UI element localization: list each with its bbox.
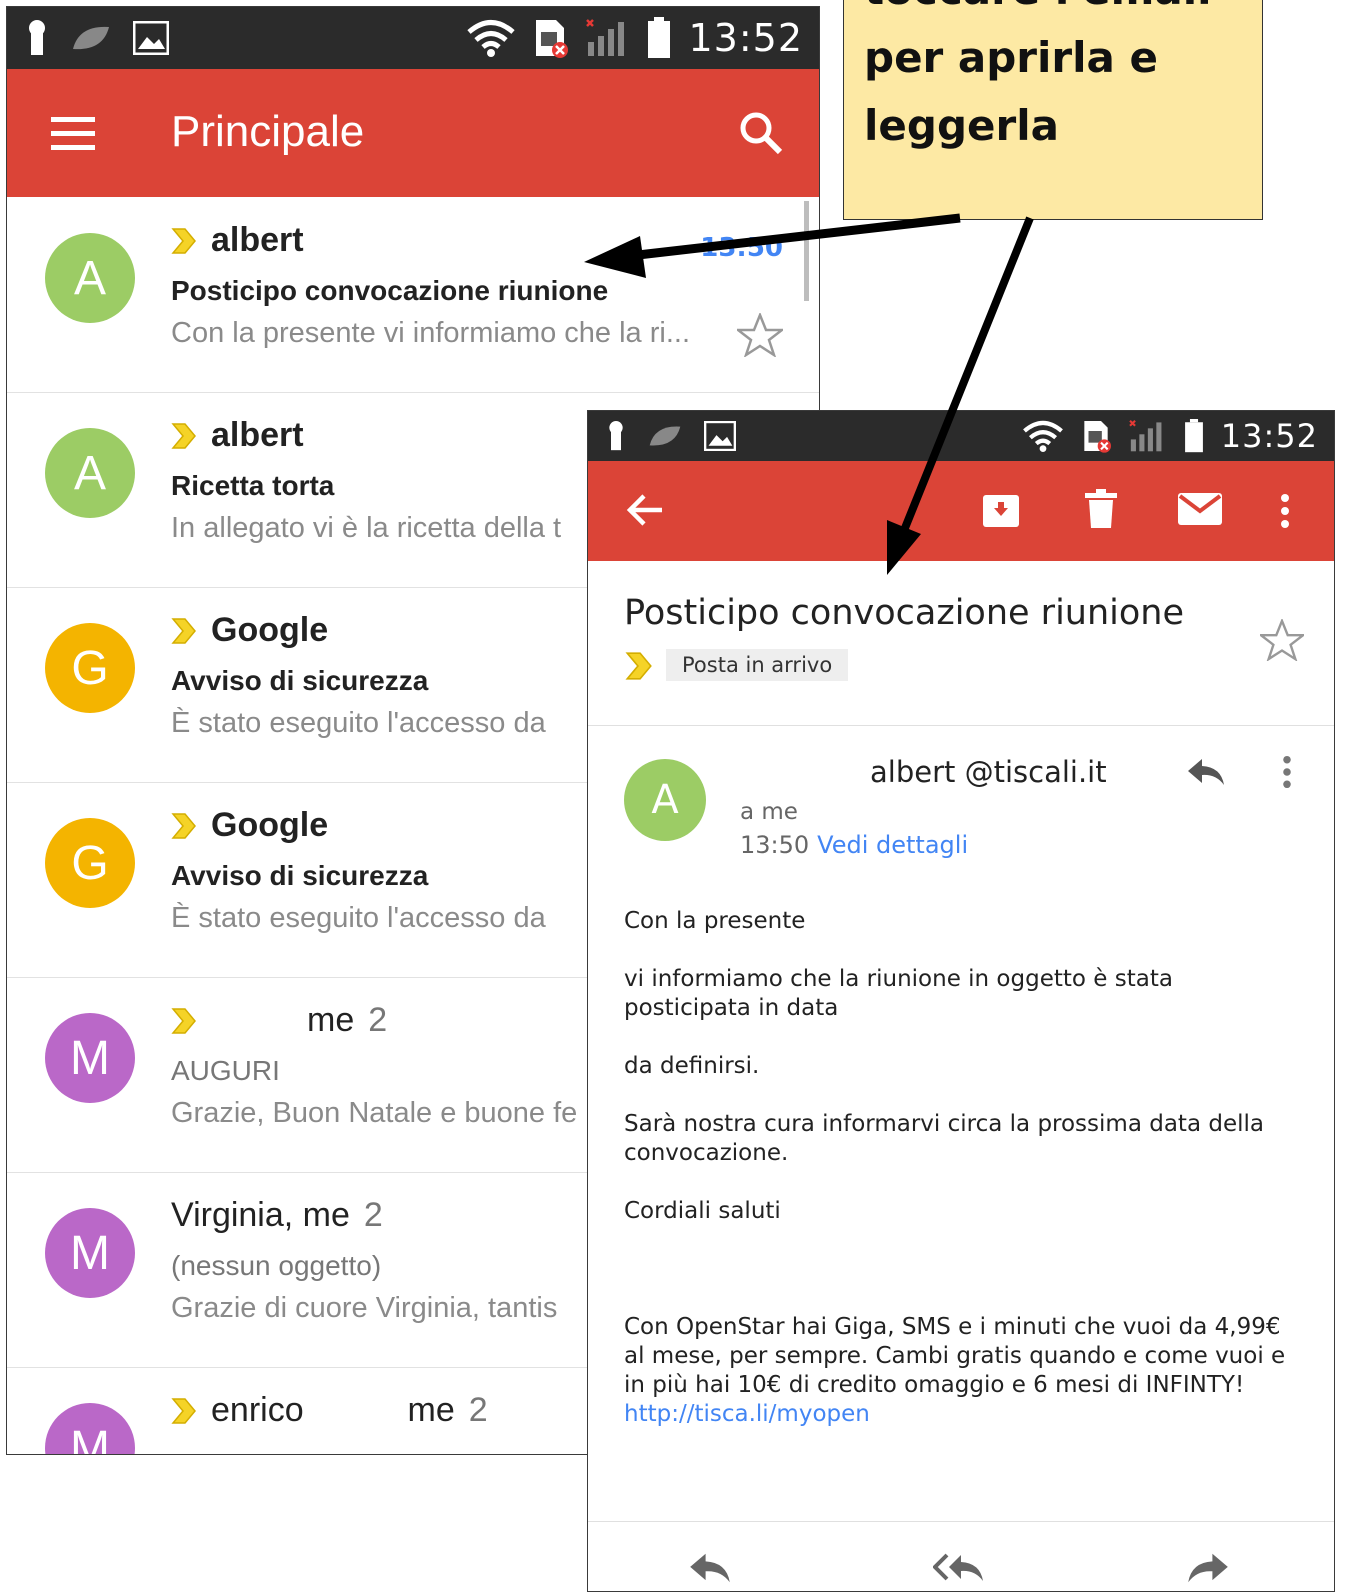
pointer-arrows bbox=[584, 213, 1034, 575]
